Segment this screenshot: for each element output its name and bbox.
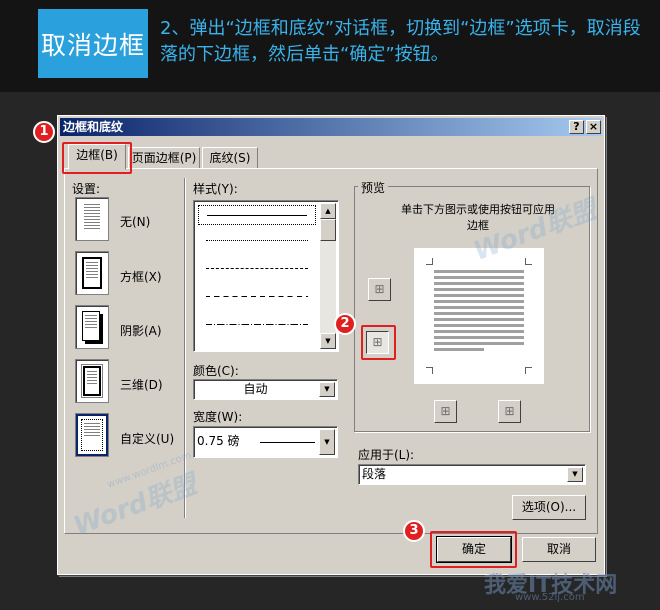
header-instruction: 2、弹出“边框和底纹”对话框，切换到“边框”选项卡，取消段落的下边框，然后单击“…: [160, 18, 641, 65]
step-badge-3: 3: [403, 520, 425, 542]
dialog-title: 边框和底纹: [63, 120, 124, 134]
highlight-ok: [430, 531, 517, 568]
color-label: 颜色(C):: [193, 364, 239, 378]
line-style-list[interactable]: ▲ ▼: [193, 200, 339, 352]
apply-to-value: 段落: [362, 467, 387, 481]
style-label: 样式(Y):: [193, 182, 238, 196]
width-label: 宽度(W):: [193, 410, 243, 424]
setting-shadow-icon[interactable]: [75, 305, 109, 349]
cancel-button[interactable]: 取消: [522, 537, 596, 562]
color-value: 自动: [243, 382, 268, 396]
scroll-down-icon[interactable]: ▼: [320, 333, 336, 349]
options-button[interactable]: 选项(O)...: [512, 495, 586, 520]
width-sample-line: [260, 442, 315, 443]
line-style-short-dash[interactable]: [198, 259, 316, 279]
apply-to-label: 应用于(L):: [358, 448, 415, 462]
chevron-down-icon[interactable]: ▼: [319, 382, 335, 397]
color-combo[interactable]: 自动 ▼: [193, 379, 338, 400]
setting-custom-icon[interactable]: [75, 413, 109, 457]
header-tag: 取消边框: [38, 9, 148, 78]
tab-page-border[interactable]: 页面边框(P): [128, 147, 200, 169]
preview-corner-tr: [525, 258, 532, 265]
preview-corner-bl: [426, 367, 433, 374]
step-badge-2: 2: [334, 313, 356, 335]
preview-corner-tl: [426, 258, 433, 265]
highlight-bottom-border: [361, 325, 396, 360]
line-style-dotted[interactable]: [198, 231, 316, 251]
help-button[interactable]: ?: [569, 120, 584, 134]
setting-3d-label[interactable]: 三维(D): [120, 376, 163, 393]
left-border-button[interactable]: ⊞: [434, 400, 457, 423]
preview-area[interactable]: [414, 248, 544, 384]
scroll-up-icon[interactable]: ▲: [320, 203, 336, 219]
watermark-site-url: www.52ij.com: [515, 592, 585, 603]
settings-label: 设置:: [72, 182, 101, 196]
width-value: 0.75 磅: [197, 434, 240, 448]
scroll-thumb[interactable]: [320, 219, 336, 241]
close-button[interactable]: ×: [586, 120, 601, 134]
preview-paragraph: [434, 270, 524, 354]
line-style-dash-dot[interactable]: [198, 315, 316, 335]
chevron-down-icon[interactable]: ▼: [319, 429, 335, 455]
tab-borders[interactable]: 边框(B): [68, 144, 126, 170]
right-border-button[interactable]: ⊞: [498, 400, 521, 423]
setting-box-icon[interactable]: [75, 251, 109, 295]
setting-none-icon[interactable]: [75, 197, 109, 241]
line-style-dash[interactable]: [198, 287, 316, 307]
width-combo[interactable]: 0.75 磅 ▼: [193, 426, 338, 458]
step-badge-1: 1: [33, 121, 55, 143]
apply-to-combo[interactable]: 段落 ▼: [358, 464, 586, 485]
setting-box-label[interactable]: 方框(X): [120, 268, 162, 285]
chevron-down-icon[interactable]: ▼: [567, 467, 583, 482]
tab-shading[interactable]: 底纹(S): [202, 147, 258, 169]
preview-corner-br: [525, 367, 532, 374]
setting-custom-label[interactable]: 自定义(U): [120, 430, 174, 447]
line-style-solid[interactable]: [198, 205, 316, 225]
setting-shadow-label[interactable]: 阴影(A): [120, 322, 162, 339]
setting-3d-icon[interactable]: [75, 359, 109, 403]
top-border-button[interactable]: ⊞: [368, 278, 391, 301]
setting-none-label[interactable]: 无(N): [120, 213, 150, 230]
dialog-titlebar: 边框和底纹 ? ×: [60, 118, 602, 136]
preview-label: 预览: [358, 179, 389, 196]
